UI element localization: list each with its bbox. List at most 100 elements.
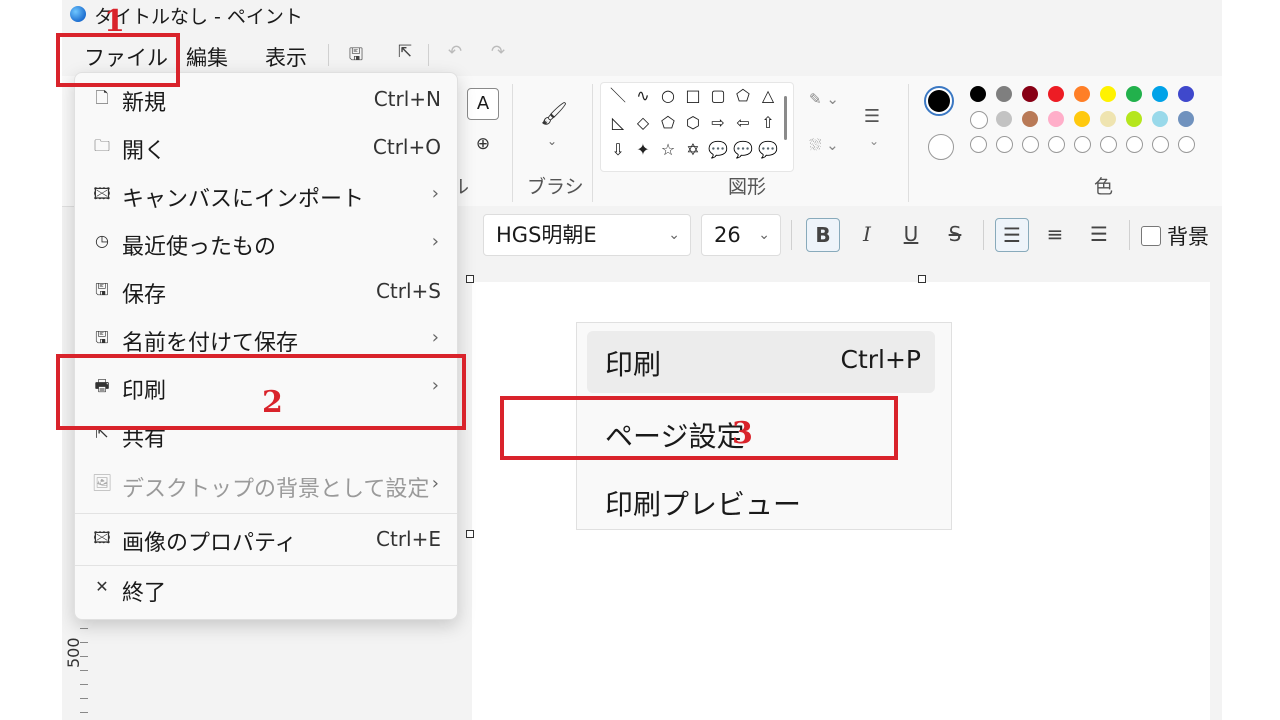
shape-option[interactable]: ∿	[632, 85, 654, 107]
font-size-combo[interactable]: 26 ⌄	[701, 214, 781, 256]
shape-option[interactable]: ✦	[632, 139, 654, 161]
file-menu-item[interactable]: 🗀 開く Ctrl+O	[75, 127, 457, 173]
shape-option[interactable]: △	[757, 85, 779, 107]
shapes-scrollbar[interactable]	[784, 96, 787, 140]
shape-option[interactable]: ⇦	[732, 112, 754, 134]
custom-color-slot[interactable]	[1022, 136, 1039, 153]
redo-icon[interactable]: ↷	[488, 42, 508, 62]
chevron-down-icon[interactable]: ⌄	[542, 134, 562, 148]
color-swatch[interactable]	[1152, 86, 1168, 102]
shape-option[interactable]: ⬡	[682, 112, 704, 134]
shape-option[interactable]: ⇩	[607, 139, 629, 161]
color-swatch[interactable]	[1178, 111, 1194, 127]
custom-color-slot[interactable]	[1178, 136, 1195, 153]
shape-option[interactable]: □	[682, 85, 704, 107]
shape-option[interactable]: ＼	[607, 85, 629, 107]
submenu-print[interactable]: 印刷 Ctrl+P	[587, 331, 935, 393]
recent-clock-icon: ◷	[95, 231, 109, 250]
file-menu-item[interactable]: ◷ 最近使ったもの ›	[75, 223, 457, 269]
ribbon-divider	[592, 84, 593, 202]
file-menu-item[interactable]: 🖫 保存 Ctrl+S	[75, 271, 457, 317]
shape-option[interactable]: 💬	[732, 139, 754, 161]
image-properties-icon: 🖾	[93, 528, 111, 547]
italic-button[interactable]: I	[851, 218, 883, 250]
shapes-gallery[interactable]: ＼ ∿ ○ □ ▢ ⬠ △ ◺ ◇ ⬠ ⬡ ⇨ ⇦ ⇧ ⇩ ✦ ☆ ✡ 💬 💬 💬	[600, 82, 794, 172]
custom-color-slot[interactable]	[1152, 136, 1169, 153]
bold-button[interactable]: B	[806, 218, 840, 252]
font-name-combo[interactable]: HGS明朝E ⌄	[483, 214, 691, 256]
desktop-background-icon: 🖼	[91, 473, 113, 492]
shape-option[interactable]: ⇨	[707, 112, 729, 134]
primary-color-selector[interactable]	[924, 86, 954, 116]
color-swatch[interactable]	[1022, 86, 1038, 102]
magnifier-icon[interactable]: ⊕	[472, 134, 494, 154]
file-menu-item-label: 保存	[122, 283, 167, 308]
underline-button[interactable]: U	[895, 218, 927, 250]
color-swatch[interactable]	[1048, 111, 1064, 127]
color-swatch[interactable]	[1048, 86, 1064, 102]
file-menu-item[interactable]: ✕ 終了	[75, 569, 457, 615]
color-swatch[interactable]	[1152, 111, 1168, 127]
submenu-print-preview[interactable]: 印刷プレビュー	[587, 471, 935, 527]
import-icon: 🖾	[93, 184, 111, 203]
color-swatch[interactable]	[1100, 111, 1116, 127]
shape-size-icon[interactable]: ☰	[858, 106, 886, 127]
color-swatch[interactable]	[1126, 111, 1142, 127]
text-tool-button[interactable]: A	[467, 88, 499, 120]
shape-option[interactable]: ☆	[657, 139, 679, 161]
shape-option[interactable]: ◇	[632, 112, 654, 134]
custom-color-slot[interactable]	[970, 136, 987, 153]
canvas-resize-handle[interactable]	[466, 530, 474, 538]
align-center-icon[interactable]: ≡	[1039, 218, 1071, 250]
outline-icon[interactable]: ✎ ⌄	[804, 90, 844, 108]
custom-color-slot[interactable]	[996, 136, 1013, 153]
shape-option[interactable]: ⬠	[732, 85, 754, 107]
color-swatch[interactable]	[970, 111, 988, 129]
shape-option[interactable]: ⬠	[657, 112, 679, 134]
menu-view[interactable]: 表示	[265, 42, 307, 72]
menu-edit[interactable]: 編集	[186, 42, 228, 72]
color-swatch[interactable]	[1074, 111, 1090, 127]
shape-option[interactable]: 💬	[757, 139, 779, 161]
custom-color-slot[interactable]	[1100, 136, 1117, 153]
fill-icon[interactable]: ⛆ ⌄	[804, 136, 844, 154]
shape-option[interactable]: ◺	[607, 112, 629, 134]
print-shortcut: Ctrl+P	[840, 345, 921, 374]
color-swatch[interactable]	[1126, 86, 1142, 102]
brush-icon[interactable]: 🖌	[540, 102, 568, 127]
align-right-icon[interactable]: ☰	[1083, 218, 1115, 250]
secondary-color-selector[interactable]	[928, 134, 954, 160]
strikethrough-button[interactable]: S	[939, 218, 971, 250]
shape-option[interactable]: 💬	[707, 139, 729, 161]
file-menu-item-label: 画像のプロパティ	[122, 531, 297, 556]
color-swatch[interactable]	[1022, 111, 1038, 127]
background-checkbox[interactable]	[1141, 226, 1161, 246]
print-label: 印刷	[605, 348, 662, 381]
primary-color-swatch	[928, 90, 950, 112]
save-icon[interactable]: 🖫	[346, 42, 366, 65]
chevron-right-icon: ›	[431, 231, 439, 252]
custom-color-slot[interactable]	[1126, 136, 1143, 153]
color-swatch[interactable]	[1178, 86, 1194, 102]
color-swatch[interactable]	[996, 111, 1012, 127]
shortcut-label: Ctrl+E	[376, 527, 441, 551]
share-icon[interactable]: ⇱	[395, 42, 415, 62]
color-swatch[interactable]	[1074, 86, 1090, 102]
canvas-resize-handle[interactable]	[918, 275, 926, 283]
file-menu-item[interactable]: 🖾 画像のプロパティ Ctrl+E	[75, 519, 457, 565]
undo-icon[interactable]: ↶	[445, 42, 465, 62]
custom-color-slot[interactable]	[1074, 136, 1091, 153]
save-icon: 🖫	[95, 280, 109, 299]
canvas-resize-handle[interactable]	[466, 275, 474, 283]
color-swatch[interactable]	[970, 86, 986, 102]
shape-option[interactable]: ▢	[707, 85, 729, 107]
color-swatch[interactable]	[996, 86, 1012, 102]
shape-option[interactable]: ○	[657, 85, 679, 107]
custom-color-slot[interactable]	[1048, 136, 1065, 153]
color-swatch[interactable]	[1100, 86, 1116, 102]
file-menu-item[interactable]: 🖾 キャンバスにインポート ›	[75, 175, 457, 221]
align-left-icon[interactable]: ☰	[995, 218, 1029, 252]
chevron-down-icon[interactable]: ⌄	[864, 134, 884, 148]
shape-option[interactable]: ✡	[682, 139, 704, 161]
shape-option[interactable]: ⇧	[757, 112, 779, 134]
